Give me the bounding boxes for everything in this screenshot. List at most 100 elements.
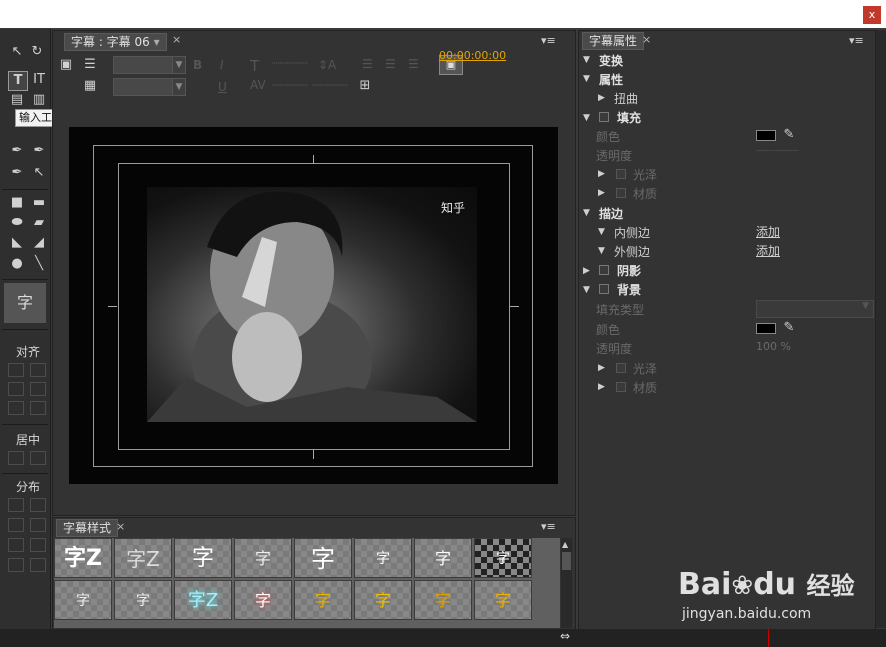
fill-opacity-value[interactable]: ┈┈┈┈┈┈┈ [756,146,798,157]
background-video-toggle-icon[interactable]: ▣ [57,56,75,74]
scroll-thumb[interactable] [562,552,571,570]
tab-stops-icon[interactable]: ⊞ [356,77,374,95]
expand-texture-icon[interactable]: ▶ [598,188,605,198]
style-swatch[interactable]: 字 [234,538,292,578]
expand-fill-icon[interactable]: ▼ [583,113,590,123]
font-size-value[interactable]: ┈┈┈┈┈ [272,56,308,70]
type-tool-icon[interactable]: T [8,71,28,91]
style-swatch[interactable]: 字 [114,580,172,620]
roll-crawl-options-icon[interactable]: ☰ [81,56,99,74]
line-tool-icon[interactable]: ╲ [30,255,48,273]
transform-label[interactable]: 变换 [599,52,623,69]
style-swatch[interactable]: 字 [234,580,292,620]
style-swatch[interactable]: 字 [474,580,532,620]
area-type-tool-icon[interactable]: ▤ [8,91,26,109]
align-right-icon[interactable]: ☰ [408,57,419,71]
convert-anchor-tool-icon[interactable]: ↖ [30,164,48,182]
expand-sheen-icon[interactable]: ▶ [598,169,605,179]
tab-title-properties[interactable]: 字幕属性 [582,32,645,50]
fill-checkbox[interactable] [599,112,609,122]
fill-type-dropdown-arrow-icon[interactable]: ▼ [862,301,869,311]
tab-dropdown-icon[interactable]: ▾ [154,35,160,49]
vertical-type-tool-icon[interactable]: IT [30,71,48,89]
style-swatch[interactable]: 字 [294,580,352,620]
vertical-area-type-tool-icon[interactable]: ▥ [30,91,48,109]
add-anchor-tool-icon[interactable]: ✒ [8,164,26,182]
fill-type-dropdown[interactable]: ▼ [756,300,874,318]
rectangle-tool-icon[interactable]: ■ [8,194,26,212]
font-style-dropdown-arrow-icon[interactable]: ▼ [172,78,186,96]
attributes-label[interactable]: 属性 [599,71,623,88]
shadow-label[interactable]: 阴影 [617,262,641,279]
expand-attributes-icon[interactable]: ▼ [583,74,590,84]
selection-tool-icon[interactable]: ↖ [8,43,26,61]
expand-shadow-icon[interactable]: ▶ [583,266,590,276]
playhead[interactable] [768,629,769,647]
distort-label[interactable]: 扭曲 [614,90,638,107]
bg-texture-checkbox[interactable] [616,382,626,392]
fill-label[interactable]: 填充 [617,109,641,126]
wedge-tool-icon[interactable]: ◣ [8,234,26,252]
underline-icon[interactable]: U [218,80,227,94]
scroll-up-icon[interactable]: ▲ [562,540,568,549]
bold-icon[interactable]: B [193,58,202,72]
bg-sheen-label[interactable]: 光泽 [633,360,657,377]
props-panel-menu-icon[interactable]: ▾≡ [849,34,864,47]
rounded-rectangle-tool-icon[interactable]: ▬ [30,194,48,212]
outer-stroke-add-link[interactable]: 添加 [756,242,780,259]
style-swatch[interactable]: 字Z [54,538,112,578]
resize-handle-icon[interactable]: ⇔ [560,629,570,643]
expand-bg-texture-icon[interactable]: ▶ [598,382,605,392]
expand-distort-icon[interactable]: ▶ [598,93,605,103]
style-swatch[interactable]: 字 [174,538,232,578]
panel-menu-icon[interactable]: ▾≡ [541,34,556,47]
style-swatch[interactable]: 字 [474,538,532,578]
inner-stroke-add-link[interactable]: 添加 [756,223,780,240]
pen-tool-icon[interactable]: ✒ [8,142,26,160]
styles-panel-menu-icon[interactable]: ▾≡ [541,520,556,533]
style-swatch[interactable]: 字Z [114,538,172,578]
stroke-label[interactable]: 描边 [599,205,623,222]
delete-anchor-tool-icon[interactable]: ✒ [30,142,48,160]
expand-bg-sheen-icon[interactable]: ▶ [598,363,605,373]
background-checkbox[interactable] [599,284,609,294]
ellipse-tool-icon[interactable]: ● [8,255,26,273]
style-swatch[interactable]: 字 [354,580,412,620]
sheen-label[interactable]: 光泽 [633,166,657,183]
expand-transform-icon[interactable]: ▼ [583,55,590,65]
background-label[interactable]: 背景 [617,281,641,298]
align-center-icon[interactable]: ☰ [385,57,396,71]
expand-stroke-icon[interactable]: ▼ [583,208,590,218]
font-style-dropdown[interactable] [113,78,175,96]
bg-color-swatch[interactable] [756,323,776,334]
expand-background-icon[interactable]: ▼ [583,285,590,295]
template-icon[interactable]: ▦ [81,77,99,95]
bg-sheen-checkbox[interactable] [616,363,626,373]
style-swatch[interactable]: 字Z [174,580,232,620]
texture-checkbox[interactable] [616,188,626,198]
inner-stroke-label[interactable]: 内侧边 [614,224,650,241]
font-family-dropdown-arrow-icon[interactable]: ▼ [172,56,186,74]
style-swatch[interactable]: 字 [294,538,352,578]
style-swatch[interactable]: 字 [414,538,472,578]
tab-title-06[interactable]: 字幕 : 字幕 06 ▾ [64,33,167,51]
ellipse-rect-tool-icon[interactable]: ⬬ [8,214,26,232]
tab-close-icon[interactable]: × [172,33,181,46]
fill-color-swatch[interactable] [756,130,776,141]
expand-inner-stroke-icon[interactable]: ▼ [598,227,605,237]
style-swatch[interactable]: 字 [54,580,112,620]
shadow-checkbox[interactable] [599,265,609,275]
styles-tab-close-icon[interactable]: × [116,520,125,533]
leading-value[interactable]: ┈┈┈┈┈ [272,78,308,92]
font-family-dropdown[interactable] [113,56,175,74]
style-swatch[interactable]: 字 [354,538,412,578]
bg-eyedropper-icon[interactable]: ✎ [780,319,798,337]
sheen-checkbox[interactable] [616,169,626,179]
eyedropper-icon[interactable]: ✎ [780,126,798,144]
clipped-rect-tool-icon[interactable]: ▰ [30,214,48,232]
tab-title-styles[interactable]: 字幕样式 [56,519,119,537]
rotation-tool-icon[interactable]: ↻ [28,43,46,61]
tracking-value[interactable]: ┈┈┈┈┈ [312,78,348,92]
bg-texture-label[interactable]: 材质 [633,379,657,396]
style-swatch[interactable]: 字 [414,580,472,620]
